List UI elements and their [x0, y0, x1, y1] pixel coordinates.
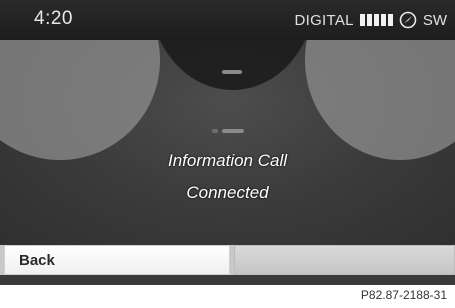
call-type-label: Information Call [167, 151, 288, 170]
figure-reference: P82.87-2188-31 [360, 288, 447, 302]
status-indicators: DIGITAL SW [294, 10, 447, 30]
reception-label: DIGITAL [294, 11, 354, 29]
background-shape-right [305, 40, 455, 160]
signal-strength-icon [359, 14, 393, 26]
call-status-message: Information Call Connected [0, 145, 455, 209]
clock: 4:20 [34, 8, 73, 29]
heading-indicator: SW [422, 11, 447, 29]
figure-footer: P82.87-2188-31 [0, 285, 455, 308]
back-button-label: Back [19, 252, 55, 269]
background-shape-left [0, 40, 160, 160]
background-shape-center [150, 40, 315, 90]
background-marker [222, 129, 244, 133]
compass-icon [399, 11, 417, 29]
back-button[interactable]: Back [4, 245, 230, 275]
status-bar: 4:20 DIGITAL SW [0, 0, 455, 40]
background-image [0, 40, 455, 245]
background-marker [222, 70, 242, 74]
head-unit-screen: 4:20 DIGITAL SW Information Call Connect… [0, 0, 455, 285]
softkey-bar: Back [0, 245, 455, 275]
background-marker-dot [212, 129, 218, 133]
call-state-label: Connected [186, 183, 269, 202]
empty-softkey[interactable] [234, 245, 455, 275]
